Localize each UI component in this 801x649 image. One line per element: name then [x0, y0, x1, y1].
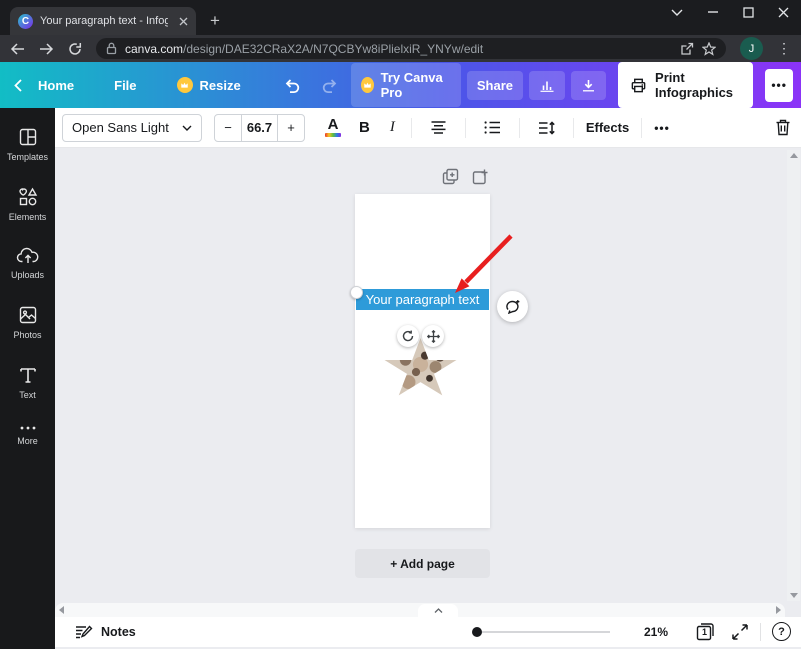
font-size-value[interactable]: 66.7 [241, 115, 278, 141]
status-bar: Notes 21% 1 ? [55, 617, 801, 647]
crown-icon [361, 77, 374, 93]
resize-button[interactable]: Resize [167, 70, 251, 100]
print-infographics-button[interactable]: Print Infographics [618, 62, 753, 108]
photos-icon [17, 304, 39, 326]
sidebar-item-uploads[interactable]: Uploads [0, 242, 55, 284]
add-page-button[interactable]: + Add page [355, 549, 490, 578]
sidebar-item-text[interactable]: Text [0, 360, 55, 404]
share-button[interactable]: Share [467, 71, 523, 100]
fullscreen-button[interactable] [732, 624, 748, 640]
templates-icon [17, 126, 39, 148]
try-canva-pro-button[interactable]: Try Canva Pro [351, 63, 461, 107]
sidebar-item-more[interactable]: More [0, 420, 55, 450]
move-icon [427, 330, 440, 343]
browser-tab[interactable]: C Your paragraph text - Infographi [10, 7, 196, 35]
duplicate-page-icon[interactable] [442, 168, 459, 185]
url-path: /design/DAE32CRaX2A/N7QCBYw8iPlielxiR_YN… [183, 42, 483, 56]
browser-menu-icon[interactable]: ⋮ [777, 40, 791, 57]
browser-titlebar: C Your paragraph text - Infographi + [0, 0, 801, 35]
notes-icon [75, 625, 93, 640]
font-family-dropdown[interactable]: Open Sans Light [62, 114, 202, 142]
home-chevron-icon[interactable] [14, 79, 22, 92]
italic-button[interactable]: I [386, 119, 399, 136]
profile-avatar[interactable]: J [740, 37, 763, 60]
font-size-stepper: − 66.7 + [214, 114, 305, 142]
scroll-right-icon[interactable] [776, 606, 781, 614]
zoom-slider-handle[interactable] [472, 627, 482, 637]
bar-chart-icon [539, 78, 555, 93]
lock-icon [106, 42, 117, 55]
rainbow-color-bar [325, 133, 341, 137]
chevron-down-icon [182, 125, 192, 131]
url-text: canva.com/design/DAE32CRaX2A/N7QCBYw8iPl… [125, 42, 672, 56]
rotate-handle[interactable] [397, 325, 419, 347]
undo-icon[interactable] [283, 77, 301, 94]
reload-icon[interactable] [68, 42, 82, 56]
rotate-icon [402, 330, 414, 342]
maximize-icon[interactable] [743, 7, 754, 18]
canva-header: Home File Resize Try Canva Pro Share [0, 62, 801, 108]
zoom-level[interactable]: 21% [644, 625, 668, 639]
canva-favicon-icon: C [18, 14, 33, 29]
download-button[interactable] [571, 71, 606, 100]
url-domain: canva.com [125, 42, 183, 56]
address-bar[interactable]: canva.com/design/DAE32CRaX2A/N7QCBYw8iPl… [96, 38, 726, 59]
scroll-left-icon[interactable] [59, 606, 64, 614]
text-tool-icon [17, 364, 39, 386]
text-align-button[interactable] [424, 121, 453, 134]
sidebar-item-templates[interactable]: Templates [0, 122, 55, 166]
zoom-slider[interactable] [472, 617, 610, 647]
text-format-toolbar: Open Sans Light − 66.7 + A B I [55, 108, 801, 148]
add-new-page-icon[interactable] [472, 168, 489, 185]
download-icon [581, 78, 596, 93]
collapse-panel-tab[interactable] [418, 604, 458, 617]
page-number: 1 [698, 627, 711, 637]
vertical-scrollbar[interactable] [787, 150, 800, 601]
browser-window: C Your paragraph text - Infographi + [0, 0, 801, 649]
text-color-button[interactable]: A [323, 118, 343, 137]
window-menu-chevron-icon[interactable] [671, 9, 683, 16]
help-button[interactable]: ? [772, 622, 791, 641]
insights-button[interactable] [529, 71, 565, 100]
minimize-icon[interactable] [707, 6, 719, 18]
notes-button[interactable]: Notes [75, 625, 136, 640]
bold-button[interactable]: B [355, 119, 374, 136]
font-size-increase-button[interactable]: + [278, 115, 304, 141]
new-tab-button[interactable]: + [210, 12, 220, 29]
header-more-button[interactable]: ••• [765, 69, 793, 102]
share-page-icon[interactable] [680, 42, 694, 56]
crown-icon [177, 77, 193, 93]
file-menu-button[interactable]: File [104, 71, 146, 100]
delete-button[interactable] [775, 119, 791, 136]
scroll-up-icon[interactable] [790, 153, 798, 158]
font-size-decrease-button[interactable]: − [215, 115, 241, 141]
elements-icon [17, 186, 39, 208]
redo-icon[interactable] [321, 77, 339, 94]
tab-close-icon[interactable] [179, 17, 188, 26]
browser-toolbar: canva.com/design/DAE32CRaX2A/N7QCBYw8iPl… [0, 35, 801, 62]
close-window-icon[interactable] [778, 7, 789, 18]
format-more-button[interactable]: ••• [654, 121, 670, 135]
more-dots-icon [17, 424, 39, 432]
bookmark-star-icon[interactable] [702, 42, 716, 56]
design-canvas[interactable]: Your paragraph text [55, 148, 801, 617]
tab-title: Your paragraph text - Infographi [40, 15, 168, 27]
move-handle[interactable] [422, 325, 444, 347]
forward-icon[interactable] [39, 43, 54, 55]
uploads-cloud-icon [16, 246, 40, 266]
printer-icon [630, 77, 647, 94]
page-indicator-button[interactable]: 1 [695, 622, 715, 642]
effects-button[interactable]: Effects [586, 120, 629, 135]
line-spacing-button[interactable] [532, 121, 561, 135]
home-button[interactable]: Home [28, 71, 84, 100]
scroll-down-icon[interactable] [790, 593, 798, 598]
sidebar-item-elements[interactable]: Elements [0, 182, 55, 226]
object-panel-sidebar: Templates Elements Uploads Photos [0, 108, 55, 649]
bullet-list-button[interactable] [478, 121, 507, 134]
back-icon[interactable] [10, 43, 25, 55]
sidebar-item-photos[interactable]: Photos [0, 300, 55, 344]
annotation-arrow [441, 233, 517, 311]
text-resize-handle[interactable] [350, 286, 363, 299]
